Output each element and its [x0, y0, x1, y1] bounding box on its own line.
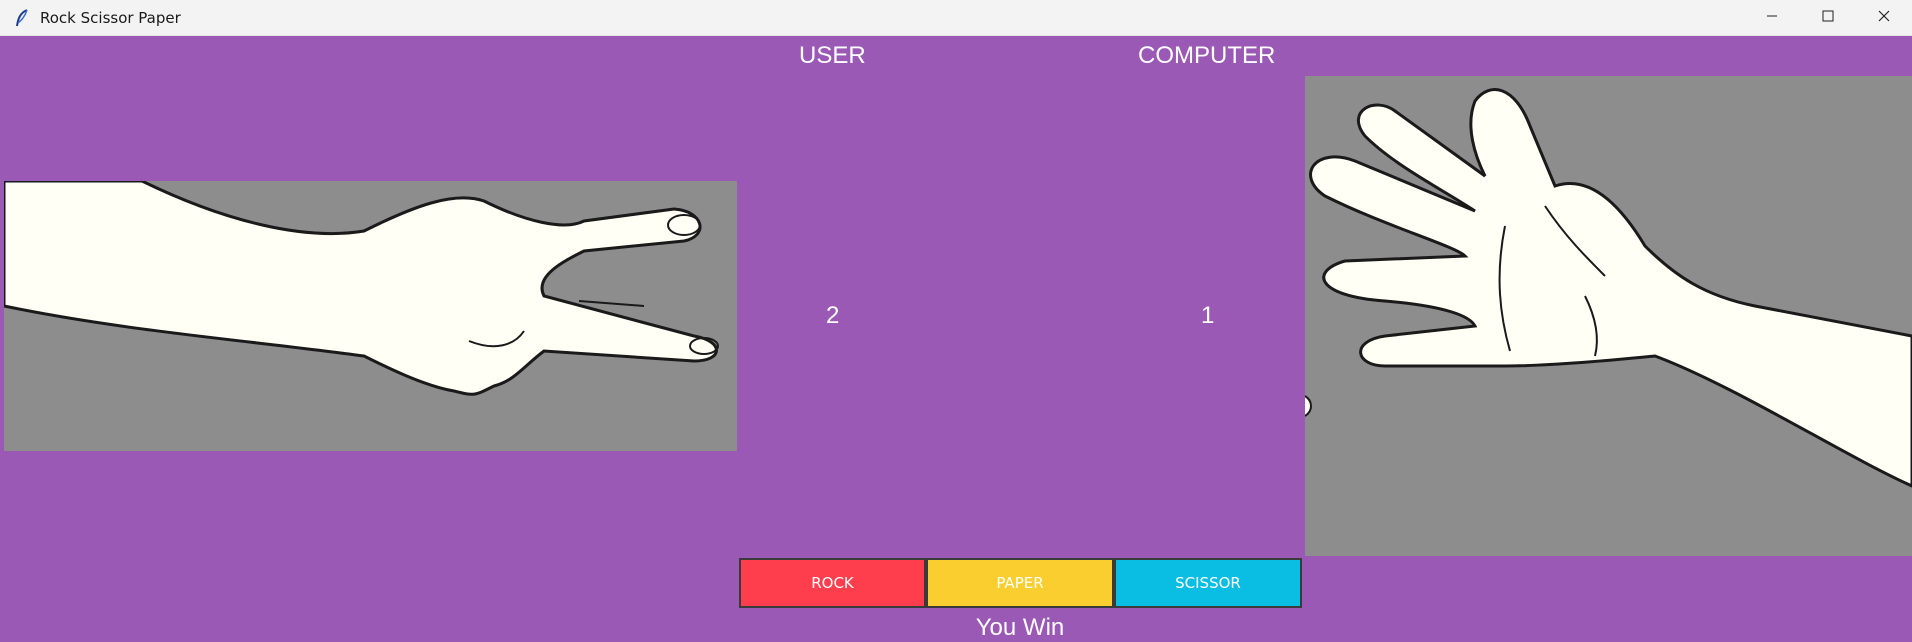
- close-icon: [1878, 9, 1890, 27]
- paper-button[interactable]: PAPER: [926, 558, 1114, 608]
- result-text: You Win: [975, 614, 1065, 641]
- computer-choice-image: [1305, 76, 1912, 556]
- minimize-button[interactable]: [1744, 0, 1800, 36]
- maximize-icon: [1822, 9, 1834, 27]
- feather-icon: [12, 8, 32, 28]
- scissor-hand-icon: [4, 181, 737, 451]
- user-label: USER: [799, 42, 866, 69]
- paper-hand-icon: [1305, 76, 1912, 556]
- computer-score: 1: [1201, 302, 1215, 329]
- scissor-button[interactable]: SCISSOR: [1114, 558, 1302, 608]
- game-area: USER COMPUTER 2 1 ROCK PAPER SCISSOR You…: [0, 36, 1912, 641]
- computer-label: COMPUTER: [1138, 42, 1276, 69]
- window-titlebar: Rock Scissor Paper: [0, 0, 1912, 36]
- user-choice-image: [4, 181, 737, 451]
- minimize-icon: [1766, 9, 1778, 27]
- close-button[interactable]: [1856, 0, 1912, 36]
- maximize-button[interactable]: [1800, 0, 1856, 36]
- window-title: Rock Scissor Paper: [40, 8, 181, 27]
- user-score: 2: [826, 302, 840, 329]
- rock-button[interactable]: ROCK: [739, 558, 926, 608]
